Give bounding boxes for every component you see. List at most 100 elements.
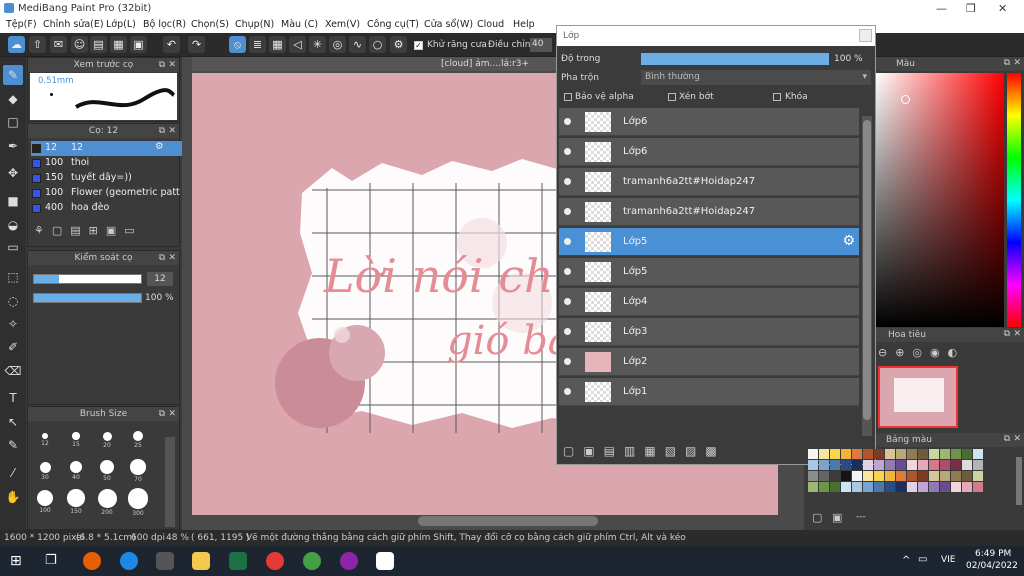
palette-swatch[interactable] [819,449,829,459]
task-view-icon[interactable]: ❐ [45,553,57,568]
store-icon[interactable] [156,552,174,570]
cross-snap-icon[interactable]: ▦ [269,36,286,53]
cloud-icon[interactable]: ☁ [8,36,25,53]
palette-swatch[interactable] [940,460,950,470]
menu-help[interactable]: Help [513,19,535,30]
layer-row[interactable]: Lớp5 [559,258,859,286]
menu-cloud[interactable]: Cloud [477,19,504,30]
brush-size-cell[interactable]: 30 [30,455,60,484]
palette-swatch[interactable] [808,471,818,481]
brush-size-cell[interactable]: 40 [61,455,91,484]
menu-capture[interactable]: Chụp(N) [235,19,274,30]
palette-swatch[interactable] [951,460,961,470]
horizontal-scrollbar[interactable] [418,516,598,526]
popout-icon[interactable]: ⧉ [1004,434,1010,444]
palette-swatch[interactable] [973,449,983,459]
palette-swatch[interactable] [808,482,818,492]
palette-swatch[interactable] [830,471,840,481]
select-tool-icon[interactable]: ⬚ [3,267,23,287]
palette-swatch[interactable] [830,449,840,459]
palette-swatch[interactable] [896,471,906,481]
palette-swatch[interactable] [852,482,862,492]
windows-start-icon[interactable]: ⊞ [10,553,22,569]
text-tool-icon[interactable]: T [3,388,23,408]
palette-swatch[interactable] [962,471,972,481]
popout-icon[interactable]: ⧉ [1004,58,1010,68]
popout-icon[interactable]: ⧉ [159,407,165,421]
palette-swatch[interactable] [907,460,917,470]
palette-swatch[interactable] [874,482,884,492]
visibility-icon[interactable] [564,298,571,305]
close-icon[interactable]: ✕ [168,407,176,421]
curve-snap-icon[interactable]: ∿ [349,36,366,53]
palette-swatch[interactable] [896,482,906,492]
eyedropper-tool-icon[interactable]: ⁄ [3,463,23,483]
brush-item[interactable]: 12 12 ⚙ [31,141,189,156]
layer-scrollbar[interactable] [862,116,872,436]
palette-swatch[interactable] [940,482,950,492]
no-snap-icon[interactable]: ⦸ [229,36,246,53]
blend-mode-select[interactable]: Bình thường ▾ [641,70,871,85]
brush-item[interactable]: 100 Flower (geometric patt [31,186,189,201]
brush-list-toolbar[interactable]: ⚘▢▤⊞▣▭ [34,224,143,237]
menu-file[interactable]: Tệp(F) [6,19,37,30]
layer-row[interactable]: tramanh6a2tt#Hoidap247 [559,168,859,196]
hand-tool-icon[interactable]: ✋ [3,487,23,507]
color-picker-cursor[interactable] [901,95,910,104]
undo-icon[interactable]: ↶ [163,36,180,53]
palette-swatch[interactable] [918,482,928,492]
brush-item[interactable]: 100 thoi [31,156,189,171]
close-icon[interactable]: ✕ [998,2,1007,15]
close-icon[interactable]: ✕ [168,251,176,265]
menu-window[interactable]: Cửa sổ(W) [424,19,473,30]
layer-row[interactable]: Lớp1 [559,378,859,406]
palette-swatch[interactable] [896,449,906,459]
brush-size-cell[interactable]: 70 [123,455,153,484]
visibility-icon[interactable] [564,148,571,155]
layer-row[interactable]: Lớp4 [559,288,859,316]
layer-row[interactable]: tramanh6a2tt#Hoidap247 [559,198,859,226]
tray-chevron-icon[interactable]: ^ [902,555,910,566]
brush-size-cell[interactable]: 25 [123,424,153,453]
palette-scrollbar[interactable] [1016,457,1022,505]
medibang-icon[interactable] [376,552,394,570]
popout-icon[interactable]: ⧉ [159,251,165,265]
palette-swatch[interactable] [830,482,840,492]
brush-item[interactable]: 400 hoa đèo [31,201,189,216]
fill-rect-tool-icon[interactable]: ■ [3,191,23,211]
palette-swatch[interactable] [819,471,829,481]
palette-swatch[interactable] [874,449,884,459]
palette-swatch[interactable] [951,471,961,481]
brush-size-cell[interactable]: 200 [92,486,122,516]
palette-swatch[interactable] [830,460,840,470]
palette-swatch[interactable] [951,482,961,492]
palette-swatch[interactable] [874,460,884,470]
chrome-profile-icon[interactable] [303,552,321,570]
protect-alpha-checkbox[interactable] [564,93,572,101]
palette-swatch[interactable] [863,460,873,470]
layer-row[interactable]: Lớp3 [559,318,859,346]
color-picker-field[interactable] [876,73,1004,327]
palette-swatch[interactable] [940,471,950,481]
select-pen-tool-icon[interactable]: ✐ [3,337,23,357]
brush-size-cell[interactable]: 50 [92,455,122,484]
minimize-icon[interactable]: — [936,2,947,15]
settings-icon[interactable]: ⚙ [390,36,407,53]
language-indicator[interactable]: VIE [941,555,956,565]
close-icon[interactable]: ✕ [1013,329,1021,339]
palette-swatch[interactable] [841,482,851,492]
chrome-icon[interactable] [266,552,284,570]
firefox-icon[interactable] [83,552,101,570]
palette-swatch[interactable] [863,471,873,481]
palette-swatch[interactable] [918,471,928,481]
palette-swatch[interactable] [929,449,939,459]
menu-color[interactable]: Màu (C) [281,19,318,30]
palette-swatch[interactable] [863,482,873,492]
comment-icon[interactable]: ✉ [50,36,67,53]
palette-swatch[interactable] [885,471,895,481]
menu-filter[interactable]: Bộ lọc(R) [143,19,186,30]
brush-size-cell[interactable]: 100 [30,486,60,515]
palette-swatch[interactable] [808,449,818,459]
layer-row[interactable]: Lớp2 [559,348,859,376]
grid-icon[interactable]: ▦ [110,36,127,53]
